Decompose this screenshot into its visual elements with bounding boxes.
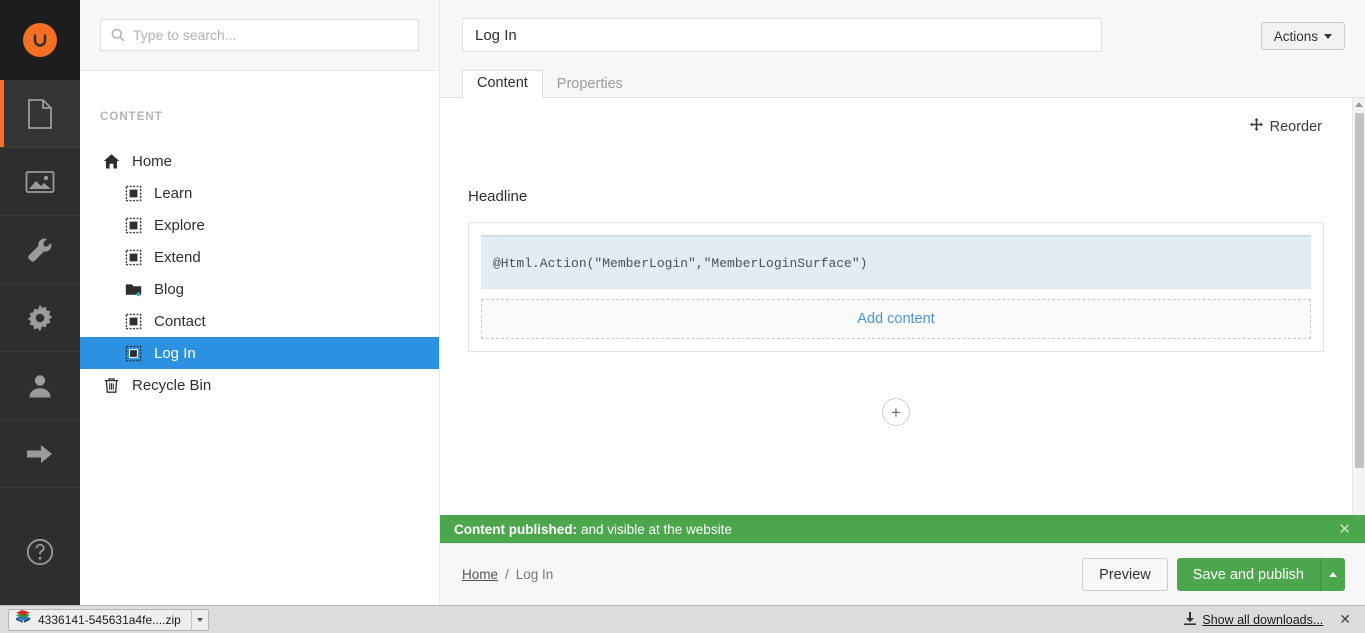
tab-content[interactable]: Content [462, 70, 543, 98]
publish-options-button[interactable] [1320, 558, 1345, 591]
document-icon [27, 98, 53, 129]
tree-node-label: Contact [154, 312, 206, 330]
add-row-button[interactable]: + [882, 398, 910, 426]
sidebar-item-developer[interactable] [0, 284, 80, 352]
tree-node-recycle-bin[interactable]: Recycle Bin [80, 369, 439, 401]
wrench-icon [26, 236, 54, 264]
breadcrumb: Home / Log In [462, 567, 553, 582]
search-input[interactable] [133, 27, 393, 43]
chevron-up-icon [1355, 102, 1363, 107]
download-bar-right: Show all downloads... ✕ [1184, 611, 1357, 628]
preview-button[interactable]: Preview [1082, 558, 1168, 591]
folder-icon [122, 281, 144, 298]
archive-icon [15, 610, 31, 629]
tree-node-label: Learn [154, 184, 193, 202]
tree-node-blog[interactable]: Blog [80, 273, 439, 305]
tree-node-explore[interactable]: Explore [80, 209, 439, 241]
editor-body: Reorder Headline @Html.Action("MemberLog… [440, 98, 1352, 515]
tree-node-extend[interactable]: Extend [80, 241, 439, 273]
property-label-headline: Headline [468, 188, 528, 205]
scroll-up-arrow[interactable] [1353, 98, 1365, 111]
scrollbar-thumb[interactable] [1354, 113, 1364, 468]
notification-banner: Content published: and visible at the we… [440, 515, 1365, 543]
reorder-button[interactable]: Reorder [1249, 118, 1322, 135]
home-icon [100, 153, 122, 170]
add-content-button[interactable]: Add content [481, 299, 1311, 339]
tree-node-log-in[interactable]: Log In [80, 337, 439, 369]
breadcrumb-separator: / [505, 567, 509, 582]
tree-node-learn[interactable]: Learn [80, 177, 439, 209]
tree-node-label: Log In [154, 344, 196, 362]
document-icon [122, 313, 144, 330]
umbraco-logo-icon [23, 23, 57, 57]
tree-node-label: Home [132, 152, 173, 170]
tree-search-bar [80, 0, 439, 71]
close-icon[interactable]: ✕ [1339, 611, 1351, 628]
chevron-down-icon [1324, 33, 1332, 39]
show-all-downloads-button[interactable]: Show all downloads... [1184, 611, 1324, 628]
tree-node-home[interactable]: Home [80, 145, 439, 177]
browser-download-bar: 4336141-545631a4fe....zip Show all downl… [0, 605, 1365, 633]
node-name-input[interactable] [462, 18, 1102, 52]
content-tree-list: Home Learn Explore Extend Blog Contact Log In R… [80, 145, 439, 401]
macro-code-text: @Html.Action("MemberLogin","MemberLoginS… [493, 256, 868, 271]
close-icon[interactable]: ✕ [1338, 520, 1351, 538]
editor-tabs: Content Properties [440, 70, 1365, 98]
chevron-up-icon [1329, 572, 1337, 577]
document-icon [122, 185, 144, 202]
document-icon [122, 345, 144, 362]
search-icon [111, 28, 125, 42]
tree-section-title: CONTENT [100, 111, 163, 123]
tree-node-label: Recycle Bin [132, 376, 212, 394]
umbraco-logo[interactable] [0, 0, 80, 80]
download-item[interactable]: 4336141-545631a4fe....zip [8, 608, 209, 631]
chevron-down-icon [196, 617, 203, 622]
save-and-publish-button[interactable]: Save and publish [1176, 558, 1320, 591]
move-icon [1249, 118, 1263, 135]
question-circle-icon [26, 538, 54, 566]
reorder-label: Reorder [1269, 118, 1322, 135]
breadcrumb-item-current: Log In [515, 567, 554, 582]
download-icon [1184, 611, 1197, 628]
sidebar-item-users[interactable] [0, 352, 80, 420]
document-icon [122, 249, 144, 266]
show-all-downloads-label: Show all downloads... [1202, 612, 1324, 627]
notification-headline: Content published: [454, 521, 577, 537]
tree-node-label: Blog [154, 280, 185, 298]
content-tree-panel: CONTENT Home Learn Explore Extend Blog Contac… [80, 0, 440, 605]
editor-footer: Home / Log In Preview Save and publish [440, 543, 1365, 605]
grid-cell-macro[interactable]: @Html.Action("MemberLogin","MemberLoginS… [481, 235, 1311, 289]
actions-button-label: Actions [1273, 28, 1318, 44]
sidebar-item-help[interactable] [0, 506, 80, 598]
editor-header: Actions [440, 0, 1365, 71]
trash-icon [100, 377, 122, 394]
download-menu-button[interactable] [190, 609, 208, 630]
tree-node-contact[interactable]: Contact [80, 305, 439, 337]
image-icon [25, 170, 55, 194]
search-box[interactable] [100, 19, 419, 51]
notification-message: and visible at the website [580, 521, 732, 537]
arrow-right-icon [26, 443, 54, 465]
tree-node-label: Explore [154, 216, 205, 234]
download-file-name: 4336141-545631a4fe....zip [38, 612, 181, 627]
content-editor: Actions Content Properties Reorder Headl… [440, 0, 1365, 605]
sidebar-item-content[interactable] [0, 80, 80, 148]
gear-icon [26, 304, 54, 332]
breadcrumb-item-home[interactable]: Home [462, 567, 498, 582]
tab-properties[interactable]: Properties [543, 72, 637, 98]
document-icon [122, 217, 144, 234]
sidebar-item-media[interactable] [0, 148, 80, 216]
actions-button[interactable]: Actions [1260, 22, 1345, 50]
user-icon [27, 373, 53, 399]
grid-row: @Html.Action("MemberLogin","MemberLoginS… [468, 222, 1324, 352]
sidebar-item-forms[interactable] [0, 420, 80, 488]
sidebar-item-settings[interactable] [0, 216, 80, 284]
tree-node-label: Extend [154, 248, 201, 266]
grid-editor: Headline @Html.Action("MemberLogin","Mem… [440, 98, 1352, 426]
main-navigation-rail [0, 0, 80, 605]
footer-actions: Preview Save and publish [1082, 558, 1345, 591]
umbraco-backoffice: CONTENT Home Learn Explore Extend Blog Contac… [0, 0, 1365, 633]
